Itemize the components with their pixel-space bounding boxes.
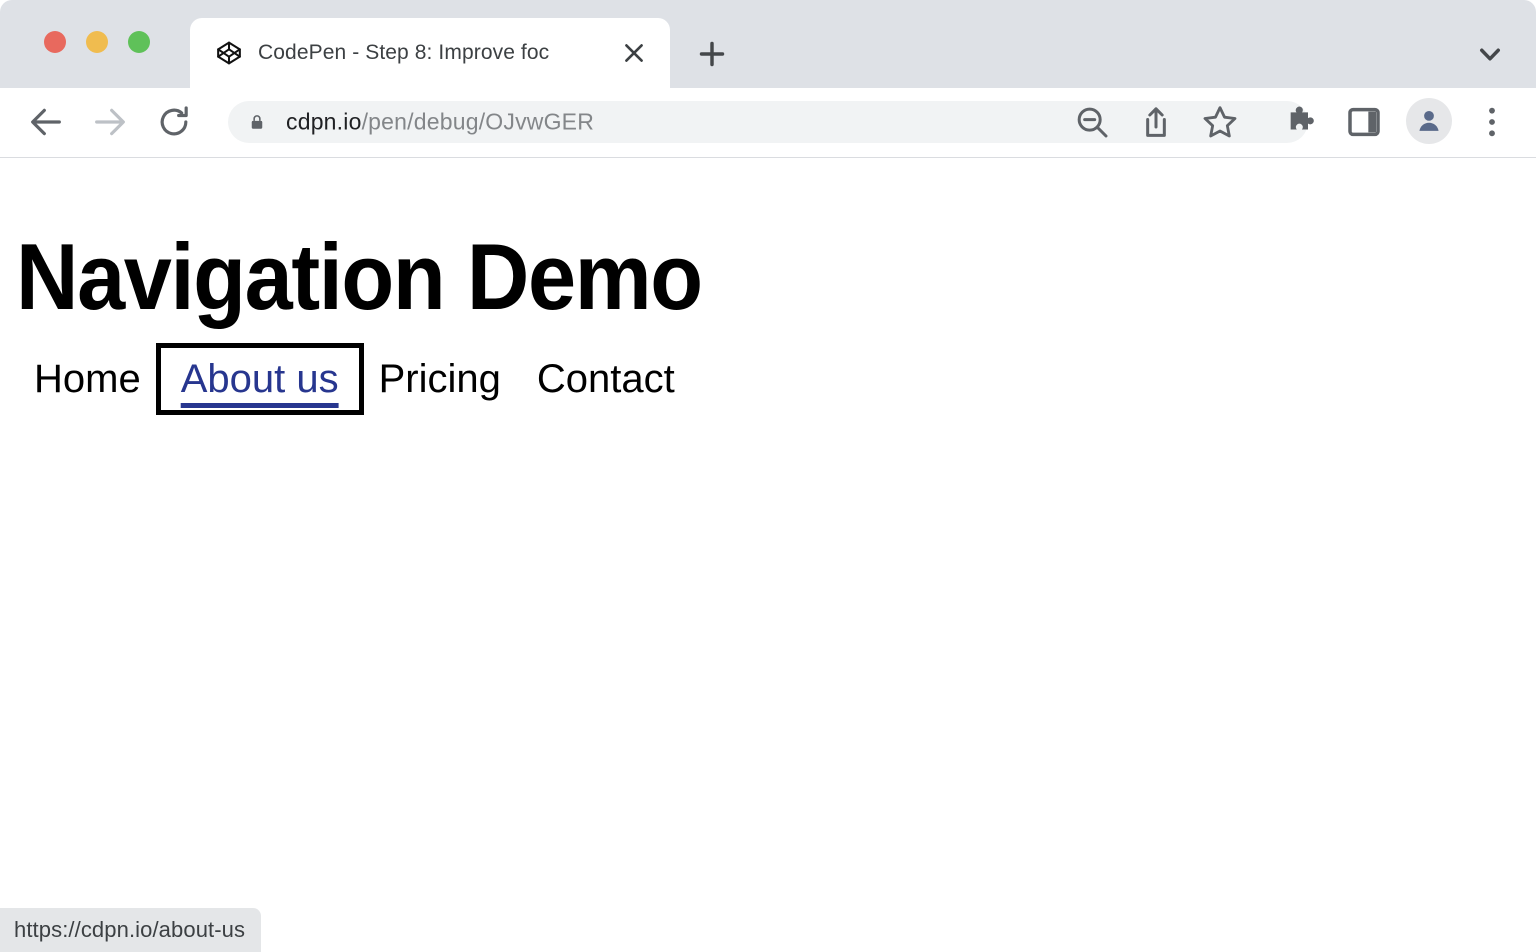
window-close-button[interactable] — [44, 31, 66, 53]
profile-avatar-icon[interactable] — [1406, 98, 1452, 144]
browser-tab-active[interactable]: CodePen - Step 8: Improve foc — [190, 18, 670, 88]
window-controls — [44, 31, 150, 53]
close-icon[interactable] — [620, 39, 648, 67]
nav-link-about-us[interactable]: About us — [169, 356, 351, 402]
tab-title: CodePen - Step 8: Improve foc — [258, 41, 610, 65]
new-tab-button[interactable] — [694, 36, 730, 72]
url-path: /pen/debug/OJvwGER — [362, 109, 594, 135]
page-title: Navigation Demo — [16, 230, 702, 324]
arrow-left-icon[interactable] — [26, 102, 66, 142]
side-panel-icon[interactable] — [1344, 102, 1384, 142]
status-bar-url: https://cdpn.io/about-us — [0, 908, 261, 952]
share-icon[interactable] — [1136, 102, 1176, 142]
zoom-out-icon[interactable] — [1072, 102, 1112, 142]
window-maximize-button[interactable] — [128, 31, 150, 53]
browser-window: CodePen - Step 8: Improve foc — [0, 0, 1536, 952]
three-dot-menu-icon[interactable] — [1472, 102, 1512, 142]
reload-icon[interactable] — [154, 102, 194, 142]
page-viewport: Navigation Demo Home About us Pricing Co… — [0, 158, 1536, 952]
tab-strip: CodePen - Step 8: Improve foc — [0, 0, 1536, 88]
site-navigation: Home About us Pricing Contact — [16, 356, 693, 402]
nav-item-about-us: About us — [159, 356, 361, 402]
nav-item-home: Home — [16, 356, 159, 402]
nav-link-pricing[interactable]: Pricing — [361, 356, 519, 402]
lock-icon[interactable] — [248, 113, 266, 131]
tab-curl-left — [176, 74, 190, 88]
chevron-down-icon[interactable] — [1472, 36, 1508, 72]
bookmark-star-icon[interactable] — [1200, 102, 1240, 142]
window-minimize-button[interactable] — [86, 31, 108, 53]
browser-toolbar: cdpn.io/pen/debug/OJvwGER — [0, 88, 1536, 158]
tab-curl-right — [670, 74, 684, 88]
nav-item-contact: Contact — [519, 356, 693, 402]
codepen-icon — [216, 40, 242, 66]
nav-link-home[interactable]: Home — [16, 356, 159, 402]
url-domain: cdpn.io — [286, 109, 362, 135]
url-text: cdpn.io/pen/debug/OJvwGER — [286, 109, 594, 136]
avatar — [1406, 98, 1452, 144]
nav-link-contact[interactable]: Contact — [519, 356, 693, 402]
arrow-right-icon — [90, 102, 130, 142]
nav-item-pricing: Pricing — [361, 356, 519, 402]
extensions-puzzle-icon[interactable] — [1280, 102, 1320, 142]
